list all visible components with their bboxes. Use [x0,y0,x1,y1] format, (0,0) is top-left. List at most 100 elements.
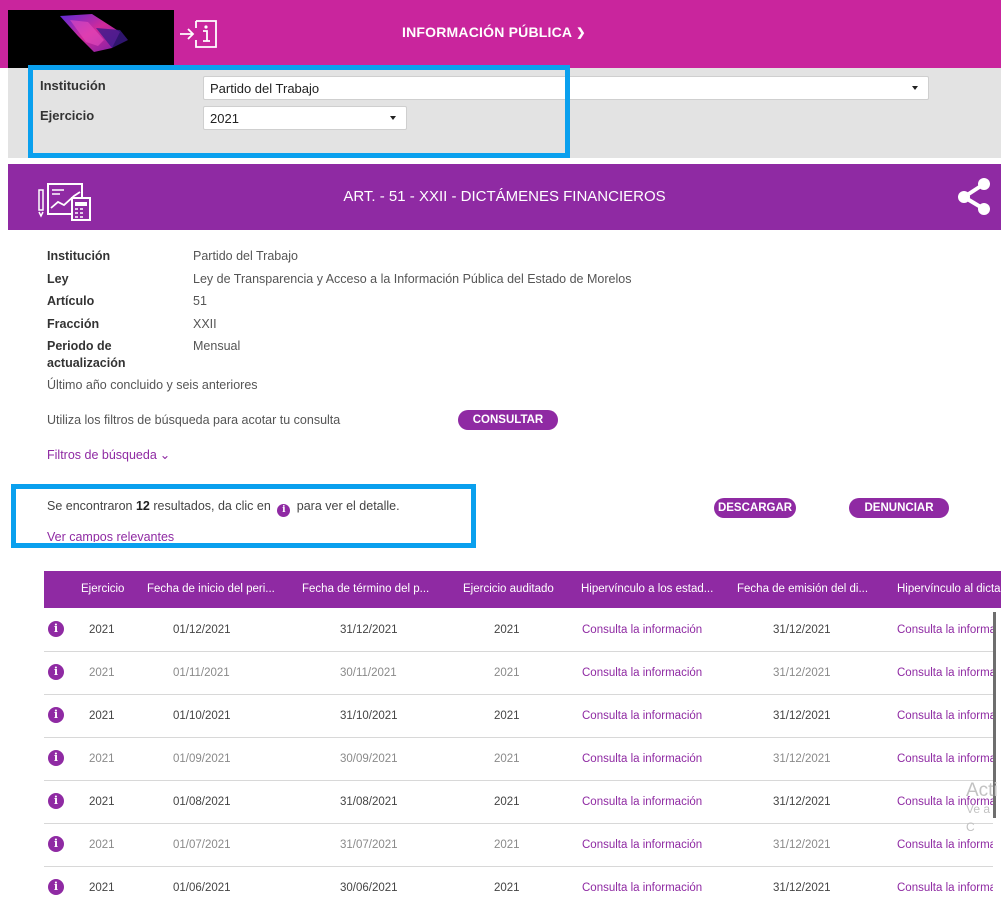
table-row: i 2021 01/09/2021 30/09/2021 2021 Consul… [44,738,993,781]
cell-ejercicio: 2021 [89,667,115,679]
cell-fecha-inicio: 01/06/2021 [173,882,231,894]
cell-fecha-emision: 31/12/2021 [773,796,831,808]
cell-link-dictamen[interactable]: Consulta la información [897,667,993,679]
table-row: i 2021 01/10/2021 31/10/2021 2021 Consul… [44,695,993,738]
meta-periodo-label-2: actualización [47,356,126,370]
cell-ejercicio: 2021 [89,796,115,808]
table-header: Ejercicio Fecha de inicio del peri... Fe… [44,571,1001,608]
meta-ley-label: Ley [47,272,69,286]
cell-link-dictamen[interactable]: Consulta la información [897,882,993,894]
logo[interactable] [8,10,174,68]
info-icon[interactable]: i [48,836,64,852]
highlight-box-results [11,484,476,548]
meta-periodo-value: Mensual [193,339,241,353]
cell-link-estados[interactable]: Consulta la información [582,624,702,636]
cell-link-estados[interactable]: Consulta la información [582,667,702,679]
col-header-hipervinculo-dictamen[interactable]: Hipervínculo al dictamen [897,583,1001,595]
info-icon[interactable]: i [48,750,64,766]
consultar-button[interactable]: CONSULTAR [458,410,558,430]
cell-ejercicio-auditado: 2021 [494,882,520,894]
col-header-ejercicio-auditado[interactable]: Ejercicio auditado [463,583,554,595]
cell-ejercicio-auditado: 2021 [494,753,520,765]
meta-fraccion-label: Fracción [47,317,100,331]
watermark-line-1: Acti [966,782,998,801]
cell-fecha-inicio: 01/12/2021 [173,624,231,636]
section-banner: ART. - 51 - XXII - DICTÁMENES FINANCIERO… [8,164,1001,230]
share-icon[interactable] [954,176,994,216]
cell-fecha-termino: 31/12/2021 [340,624,398,636]
meta-periodo-label-1: Periodo de [47,339,112,353]
cell-link-dictamen[interactable]: Consulta la información [897,624,993,636]
cell-ejercicio: 2021 [89,839,115,851]
cell-fecha-inicio: 01/07/2021 [173,839,231,851]
top-header: INFORMACIÓN PÚBLICA ❯ [0,0,1001,68]
activation-watermark: Acti Ve a C [966,782,1001,836]
cell-fecha-emision: 31/12/2021 [773,624,831,636]
meta-ultimo-ano: Último año concluido y seis anteriores [47,378,258,392]
col-header-hipervinculo-estados[interactable]: Hipervínculo a los estad... [581,583,713,595]
cell-link-dictamen[interactable]: Consulta la información [897,710,993,722]
highlight-box-filters [28,65,570,158]
cell-fecha-termino: 30/11/2021 [340,667,397,679]
info-icon[interactable]: i [48,621,64,637]
meta-institucion-label: Institución [47,249,111,263]
cell-fecha-termino: 31/08/2021 [340,796,398,808]
cell-fecha-termino: 31/10/2021 [340,710,398,722]
header-title[interactable]: INFORMACIÓN PÚBLICA ❯ [402,24,586,40]
cell-ejercicio: 2021 [89,753,115,765]
header-title-text: INFORMACIÓN PÚBLICA [402,24,573,40]
denunciar-button[interactable]: DENUNCIAR [849,498,949,518]
table-row: i 2021 01/06/2021 30/06/2021 2021 Consul… [44,867,993,898]
cell-fecha-emision: 31/12/2021 [773,753,831,765]
cell-link-estados[interactable]: Consulta la información [582,796,702,808]
cell-link-estados[interactable]: Consulta la información [582,710,702,722]
table-row: i 2021 01/07/2021 31/07/2021 2021 Consul… [44,824,993,867]
cell-link-estados[interactable]: Consulta la información [582,753,702,765]
public-info-icon[interactable] [178,16,222,52]
info-icon[interactable]: i [48,664,64,680]
table-row: i 2021 01/12/2021 31/12/2021 2021 Consul… [44,609,993,652]
cell-fecha-emision: 31/12/2021 [773,667,831,679]
cell-ejercicio-auditado: 2021 [494,839,520,851]
cell-fecha-inicio: 01/09/2021 [173,753,231,765]
cell-fecha-termino: 31/07/2021 [340,839,398,851]
col-header-fecha-termino[interactable]: Fecha de término del p... [302,583,429,595]
info-icon[interactable]: i [48,793,64,809]
table-row: i 2021 01/08/2021 31/08/2021 2021 Consul… [44,781,993,824]
cell-fecha-emision: 31/12/2021 [773,882,831,894]
meta-fraccion-value: XXII [193,317,217,331]
cell-ejercicio: 2021 [89,624,115,636]
cell-fecha-termino: 30/06/2021 [340,882,398,894]
cell-ejercicio-auditado: 2021 [494,796,520,808]
cell-fecha-termino: 30/09/2021 [340,753,398,765]
cell-fecha-inicio: 01/11/2021 [173,667,230,679]
cell-link-dictamen[interactable]: Consulta la información [897,839,993,851]
caret-down-icon [912,86,918,90]
info-icon[interactable]: i [48,879,64,895]
meta-ley-value: Ley de Transparencia y Acceso a la Infor… [193,272,632,286]
cell-fecha-inicio: 01/10/2021 [173,710,231,722]
cell-ejercicio: 2021 [89,710,115,722]
meta-articulo-label: Artículo [47,294,95,308]
cell-link-estados[interactable]: Consulta la información [582,839,702,851]
col-header-fecha-inicio[interactable]: Fecha de inicio del peri... [147,583,275,595]
meta-articulo-value: 51 [193,294,207,308]
cell-link-estados[interactable]: Consulta la información [582,882,702,894]
logo-icon [60,14,128,52]
descargar-button[interactable]: DESCARGAR [714,498,796,518]
search-filters-label: Filtros de búsqueda [47,448,157,462]
info-icon[interactable]: i [48,707,64,723]
filter-hint-text: Utiliza los filtros de búsqueda para aco… [47,413,341,427]
cell-ejercicio: 2021 [89,882,115,894]
meta-institucion-value: Partido del Trabajo [193,249,298,263]
col-header-ejercicio[interactable]: Ejercicio [81,583,124,595]
section-title: ART. - 51 - XXII - DICTÁMENES FINANCIERO… [343,188,666,205]
search-filters-toggle[interactable]: Filtros de búsqueda ⌄ [47,447,170,462]
col-header-fecha-emision[interactable]: Fecha de emisión del di... [737,583,868,595]
cell-ejercicio-auditado: 2021 [494,624,520,636]
cell-ejercicio-auditado: 2021 [494,710,520,722]
chevron-down-icon: ❯ [576,27,586,39]
cell-fecha-emision: 31/12/2021 [773,839,831,851]
chevron-down-icon: ⌄ [159,448,171,462]
cell-link-dictamen[interactable]: Consulta la información [897,753,993,765]
